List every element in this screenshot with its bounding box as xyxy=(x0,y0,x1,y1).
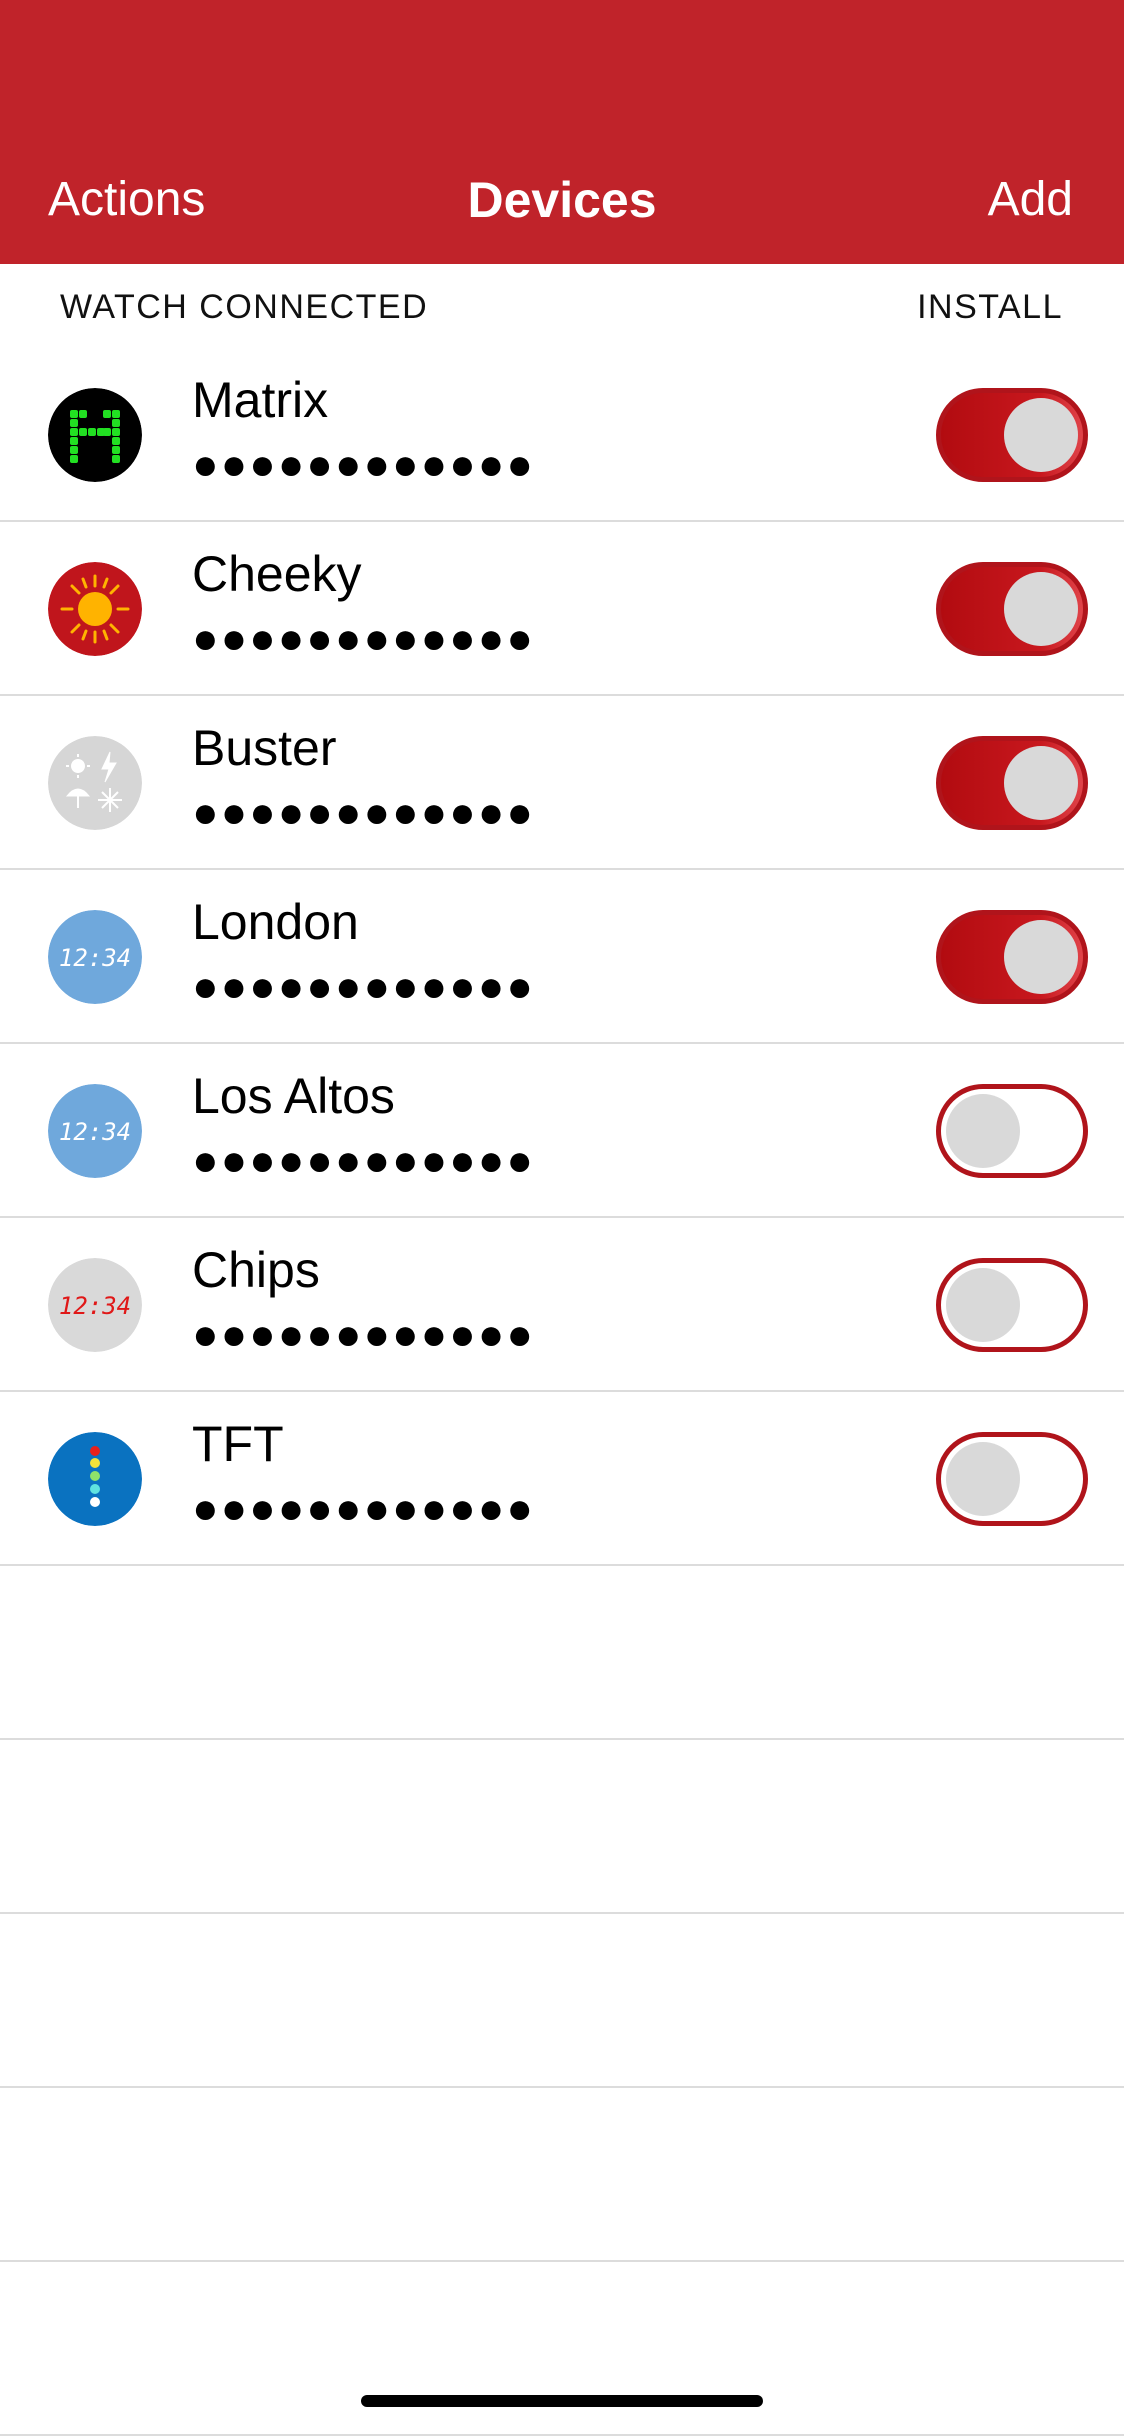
digital-clock-icon: 12:34 xyxy=(48,910,142,1004)
install-toggle-los-altos[interactable] xyxy=(936,1084,1088,1178)
device-list: Matrix ●●●●●●●●●●●● Cheeky ●●●●●●●●●●●● xyxy=(0,348,1124,2436)
device-name: Chips xyxy=(192,1242,320,1298)
sun-icon xyxy=(48,562,142,656)
device-name: Matrix xyxy=(192,372,329,428)
install-toggle-chips[interactable] xyxy=(936,1258,1088,1352)
install-toggle-buster[interactable] xyxy=(936,736,1088,830)
red-digital-clock-icon: 12:34 xyxy=(48,1258,142,1352)
device-code: ●●●●●●●●●●●● xyxy=(192,440,535,489)
watch-connected-label: WATCH CONNECTED xyxy=(60,288,429,326)
empty-row xyxy=(0,1566,1124,1740)
toggle-knob xyxy=(946,1268,1020,1342)
matrix-icon xyxy=(48,388,142,482)
device-row-buster[interactable]: Buster ●●●●●●●●●●●● xyxy=(0,696,1124,870)
device-row-tft[interactable]: TFT ●●●●●●●●●●●● xyxy=(0,1392,1124,1566)
empty-row xyxy=(0,2262,1124,2436)
install-toggle-tft[interactable] xyxy=(936,1432,1088,1526)
device-name: London xyxy=(192,894,359,950)
device-code: ●●●●●●●●●●●● xyxy=(192,614,535,663)
toggle-knob xyxy=(946,1442,1020,1516)
digital-clock-icon: 12:34 xyxy=(48,1084,142,1178)
empty-row xyxy=(0,1740,1124,1914)
home-indicator[interactable] xyxy=(361,2395,763,2407)
device-row-chips[interactable]: 12:34 Chips ●●●●●●●●●●●● xyxy=(0,1218,1124,1392)
toggle-knob xyxy=(1004,572,1078,646)
device-code: ●●●●●●●●●●●● xyxy=(192,962,535,1011)
device-name: TFT xyxy=(192,1416,284,1472)
device-name: Buster xyxy=(192,720,337,776)
device-row-matrix[interactable]: Matrix ●●●●●●●●●●●● xyxy=(0,348,1124,522)
install-toggle-london[interactable] xyxy=(936,910,1088,1004)
clock-text: 12:34 xyxy=(59,1292,131,1320)
traffic-light-icon xyxy=(48,1432,142,1526)
weather-icon xyxy=(48,736,142,830)
add-button[interactable]: Add xyxy=(988,168,1073,232)
device-code: ●●●●●●●●●●●● xyxy=(192,1136,535,1185)
section-header: WATCH CONNECTED INSTALL xyxy=(0,264,1124,348)
device-name: Cheeky xyxy=(192,546,362,602)
device-code: ●●●●●●●●●●●● xyxy=(192,1484,535,1533)
toggle-knob xyxy=(946,1094,1020,1168)
install-toggle-matrix[interactable] xyxy=(936,388,1088,482)
toggle-knob xyxy=(1004,920,1078,994)
empty-row xyxy=(0,2088,1124,2262)
install-toggle-cheeky[interactable] xyxy=(936,562,1088,656)
device-row-london[interactable]: 12:34 London ●●●●●●●●●●●● xyxy=(0,870,1124,1044)
navigation-bar: Actions Devices Add xyxy=(0,0,1124,264)
clock-text: 12:34 xyxy=(59,944,131,972)
empty-row xyxy=(0,1914,1124,2088)
toggle-knob xyxy=(1004,746,1078,820)
device-row-cheeky[interactable]: Cheeky ●●●●●●●●●●●● xyxy=(0,522,1124,696)
page-title: Devices xyxy=(467,172,657,228)
device-code: ●●●●●●●●●●●● xyxy=(192,1310,535,1359)
toggle-knob xyxy=(1004,398,1078,472)
device-row-los-altos[interactable]: 12:34 Los Altos ●●●●●●●●●●●● xyxy=(0,1044,1124,1218)
clock-text: 12:34 xyxy=(59,1118,131,1146)
install-column-label: INSTALL xyxy=(917,288,1063,326)
device-code: ●●●●●●●●●●●● xyxy=(192,788,535,837)
device-name: Los Altos xyxy=(192,1068,395,1124)
